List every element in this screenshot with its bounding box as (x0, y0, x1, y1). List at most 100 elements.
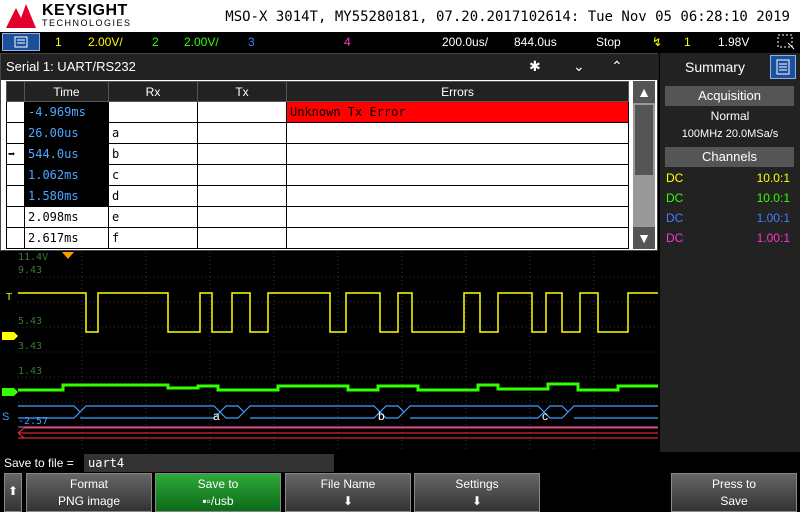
table-row[interactable]: 26.00us a (6, 122, 629, 144)
error-cell (286, 185, 629, 207)
press-to-save-softkey[interactable]: Press to Save (671, 473, 797, 512)
run-state[interactable]: Stop (596, 35, 621, 49)
axis-label: 5.43 (18, 316, 43, 327)
time-cell: 2.098ms (24, 206, 109, 228)
ch3-number[interactable]: 3 (248, 35, 255, 49)
brand-subtitle: TECHNOLOGIES (42, 18, 132, 28)
column-header-marker (6, 81, 25, 102)
keysight-logo-icon (6, 4, 36, 28)
file-name-label: File Name (320, 477, 376, 491)
column-header-errors: Errors (286, 81, 629, 102)
scroll-up-arrow-icon[interactable]: ▲ (633, 81, 655, 103)
format-softkey[interactable]: Format PNG image (26, 473, 152, 512)
column-header-tx: Tx (197, 81, 287, 102)
rx-cell: c (108, 164, 198, 186)
softkey-bar: Save to file = uart4 ⬆ Format PNG image … (0, 452, 800, 512)
ch2-number[interactable]: 2 (152, 35, 159, 49)
status-bar: 1 2.00V/ 2 2.00V/ 3 4 200.0us/ 844.0us S… (0, 32, 800, 52)
save-to-value: ▪▫/usb (202, 494, 234, 508)
chevron-down-icon[interactable]: ⌄ (573, 58, 585, 75)
press-to-label: Press to (711, 477, 756, 491)
menu-icon (14, 36, 28, 48)
back-button[interactable]: ⬆ (4, 473, 22, 512)
channel-3-row: DC 1.00:1 (666, 211, 794, 225)
serial-marker-icon: S (2, 411, 9, 423)
chevron-up-icon[interactable]: ⌃ (611, 58, 623, 75)
ch2-probe-ratio: 10.0:1 (756, 191, 790, 205)
scroll-down-arrow-icon[interactable]: ▼ (633, 227, 655, 249)
ch4-coupling: DC (666, 231, 684, 245)
trigger-marker-icon: T (6, 292, 12, 303)
screenshot-icon[interactable] (776, 33, 796, 51)
row-marker (6, 185, 25, 207)
ch2-coupling: DC (666, 191, 684, 205)
push-arrow-icon: ⬇ (342, 494, 354, 508)
file-name-field[interactable]: uart4 (84, 454, 334, 472)
save-to-file-label: Save to file = (4, 456, 74, 470)
channel-4-row: DC 1.00:1 (666, 231, 794, 245)
time-cell: 544.0us (24, 143, 109, 165)
channel-1-row: DC 10.0:1 (666, 171, 794, 185)
acquisition-heading: Acquisition (665, 86, 794, 106)
row-marker (6, 206, 25, 228)
table-row[interactable]: 2.098ms e (6, 206, 629, 228)
time-cell: 26.00us (24, 122, 109, 144)
ch2-scale[interactable]: 2.00V/ (184, 35, 219, 49)
trigger-source[interactable]: 1 (684, 35, 691, 49)
trigger-position-icon[interactable] (62, 252, 74, 260)
save-to-softkey[interactable]: Save to ▪▫/usb (155, 473, 281, 512)
waveform-display[interactable]: 11.4V 9.43 5.43 3.43 1.43 -2.57 a b c T … (0, 252, 658, 452)
tx-cell (197, 143, 287, 165)
table-row[interactable]: 1.062ms c (6, 164, 629, 186)
delay[interactable]: 844.0us (514, 35, 557, 49)
list-icon (776, 59, 790, 75)
tx-cell (197, 185, 287, 207)
serial-decode-panel: Serial 1: UART/RS232 ✱ ⌄ ⌃ Time Rx Tx Er… (0, 53, 659, 251)
menu-button[interactable] (2, 33, 40, 51)
column-header-rx: Rx (108, 81, 198, 102)
table-row[interactable]: 2.617ms f (6, 227, 629, 249)
axis-label: 1.43 (18, 366, 43, 377)
push-arrow-icon: ⬇ (471, 494, 483, 508)
time-cell: 1.580ms (24, 185, 109, 207)
error-cell (286, 122, 629, 144)
format-value: PNG image (57, 494, 121, 508)
serial-panel-title-bar: Serial 1: UART/RS232 ✱ ⌄ ⌃ (1, 54, 659, 80)
up-arrow-icon: ⬆ (8, 484, 19, 498)
list-view-button[interactable] (770, 55, 796, 79)
ch1-marker-icon (2, 332, 18, 340)
usb-icon: ▪▫ (202, 494, 211, 508)
ch1-number[interactable]: 1 (55, 35, 62, 49)
channel-2-row: DC 10.0:1 (666, 191, 794, 205)
timebase[interactable]: 200.0us/ (442, 35, 488, 49)
file-name-softkey[interactable]: File Name ⬇ (285, 473, 411, 512)
table-row-selected[interactable]: ➡ 544.0us b (6, 143, 629, 165)
tab-summary[interactable]: Summary (665, 55, 765, 79)
table-row[interactable]: 1.580ms d (6, 185, 629, 207)
ch3-coupling: DC (666, 211, 684, 225)
rx-cell: e (108, 206, 198, 228)
settings-softkey[interactable]: Settings ⬇ (414, 473, 540, 512)
scrollbar-thumb[interactable] (635, 105, 653, 175)
ch4-number[interactable]: 4 (344, 35, 351, 49)
row-pointer-icon: ➡ (6, 143, 25, 165)
error-cell (286, 227, 629, 249)
channel-markers: T S (2, 292, 18, 423)
save-to-label: Save to (197, 477, 239, 491)
ch1-scale[interactable]: 2.00V/ (88, 35, 123, 49)
settings-label: Settings (455, 477, 499, 491)
table-scrollbar[interactable]: ▲ ▼ (633, 81, 655, 249)
decode-table: Time Rx Tx Errors -4.969ms Unknown Tx Er… (6, 81, 629, 249)
row-marker (6, 164, 25, 186)
rx-cell (108, 101, 198, 123)
time-cell: 2.617ms (24, 227, 109, 249)
table-row[interactable]: -4.969ms Unknown Tx Error (6, 101, 629, 123)
settings-gear-icon[interactable]: ✱ (529, 58, 541, 75)
tx-cell (197, 227, 287, 249)
ch2-trace (18, 382, 658, 392)
trigger-level[interactable]: 1.98V (718, 35, 749, 49)
acq-rate: 100MHz 20.0MSa/s (681, 128, 779, 140)
save-label: Save (720, 494, 748, 508)
ch4-probe-ratio: 1.00:1 (756, 231, 790, 245)
rx-cell: b (108, 143, 198, 165)
